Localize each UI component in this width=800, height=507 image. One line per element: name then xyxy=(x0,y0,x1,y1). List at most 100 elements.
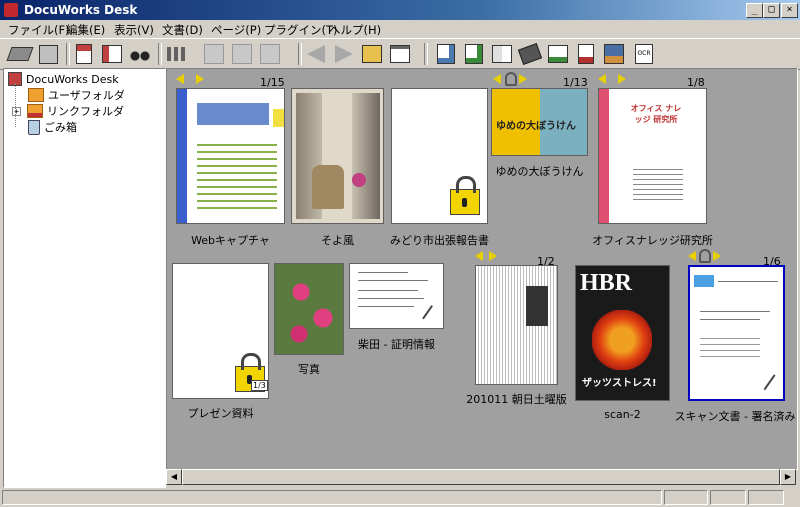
title-bar: DocuWorks Desk _ □ × xyxy=(0,0,800,20)
stamp-graphic xyxy=(694,275,714,287)
annotate-icon[interactable] xyxy=(574,42,598,66)
document-soyokaze[interactable] xyxy=(291,88,384,224)
back-icon xyxy=(304,42,328,66)
text-line xyxy=(700,319,760,320)
stapler-icon[interactable] xyxy=(517,42,543,66)
document-label: 写真 xyxy=(298,363,320,376)
text-line xyxy=(718,281,778,282)
tree-item-user-folder[interactable]: ユーザフォルダ xyxy=(28,87,125,103)
binoculars-icon[interactable] xyxy=(128,42,152,66)
tree-item-trash[interactable]: ごみ箱 xyxy=(28,119,77,135)
document-web-capture[interactable] xyxy=(176,88,285,224)
next-page-arrow[interactable] xyxy=(618,74,626,84)
photo-icon[interactable] xyxy=(602,42,626,66)
toolbar-separator xyxy=(424,43,428,65)
page-badge: 1/3 xyxy=(251,380,268,391)
prev-page-arrow[interactable] xyxy=(688,251,696,261)
binder-spine xyxy=(599,89,609,223)
viewer-icon[interactable] xyxy=(434,42,458,66)
document-label: 柴田 - 証明情報 xyxy=(358,338,435,351)
print-icon[interactable] xyxy=(462,42,486,66)
toolbar-separator xyxy=(158,43,162,65)
next-page-arrow[interactable] xyxy=(489,251,497,261)
toolbar-separator xyxy=(66,43,70,65)
document-office-knowledge[interactable]: オフィス ナレッジ 研究所 xyxy=(598,88,707,224)
prev-page-arrow[interactable] xyxy=(493,74,501,84)
window-title: DocuWorks Desk xyxy=(24,3,138,17)
ocr-icon[interactable]: OCR xyxy=(632,42,656,66)
scroll-thumb[interactable] xyxy=(182,469,780,485)
document-photo[interactable] xyxy=(274,263,344,355)
tree-item-link-folder[interactable]: + リンクフォルダ xyxy=(12,103,124,119)
menu-help[interactable]: ヘルプ(H) xyxy=(329,22,381,38)
headline-graphic xyxy=(526,286,548,326)
document-scan-2[interactable]: HBR ザッツストレス! xyxy=(575,265,670,401)
cover-subtitle: ザッツストレス! xyxy=(582,378,657,389)
open-tray-icon[interactable] xyxy=(6,42,34,66)
document-midori-report[interactable] xyxy=(391,88,488,224)
desk-workspace[interactable]: 1/15 Webキャプチャ そよ風 みどり市出張報告書 1/13 ゆめの大ぼうけ… xyxy=(166,68,798,470)
menu-document[interactable]: 文書(D) xyxy=(162,22,203,38)
tree-item-label: ユーザフォルダ xyxy=(48,89,125,102)
grid-view-icon[interactable] xyxy=(164,42,188,66)
document-label: みどり市出張報告書 xyxy=(390,234,489,247)
upload-icon[interactable] xyxy=(72,42,96,66)
document-shibata-cert[interactable] xyxy=(349,263,444,329)
status-bar xyxy=(0,488,800,507)
status-panel xyxy=(664,490,708,505)
prev-page-arrow[interactable] xyxy=(176,74,184,84)
photo-flowers xyxy=(352,173,366,187)
tree-root-label: DocuWorks Desk xyxy=(26,72,119,86)
menu-page[interactable]: ページ(P) xyxy=(211,22,261,38)
maximize-button[interactable]: □ xyxy=(763,3,780,18)
box-icon[interactable] xyxy=(36,42,60,66)
document-label: ゆめの大ぼうけん xyxy=(495,165,584,178)
photo-curtain xyxy=(352,93,380,219)
next-page-arrow[interactable] xyxy=(196,74,204,84)
layout-icon[interactable] xyxy=(100,42,124,66)
folder-icon xyxy=(28,88,44,102)
menu-view[interactable]: 表示(V) xyxy=(114,22,154,38)
resize-grip-icon[interactable] xyxy=(786,490,798,505)
prev-page-arrow[interactable] xyxy=(475,251,483,261)
send-icon[interactable] xyxy=(546,42,570,66)
horizontal-scrollbar[interactable]: ◀ ▶ xyxy=(166,469,796,485)
clip-icon xyxy=(505,72,517,86)
page-header-graphic xyxy=(197,103,269,125)
document-asahi[interactable] xyxy=(475,265,558,385)
clip-icon xyxy=(699,249,711,263)
text-line xyxy=(358,290,418,291)
status-panel xyxy=(710,490,746,505)
menu-plugin[interactable]: プラグイン(T) xyxy=(264,22,338,38)
document-yume[interactable]: ゆめの大ぼうけん xyxy=(491,88,588,156)
cover-title: ゆめの大ぼうけん xyxy=(496,121,576,132)
menu-edit[interactable]: 編集(E) xyxy=(66,22,105,38)
page-content-graphic xyxy=(197,139,277,209)
menu-bar: ファイル(F) 編集(E) 表示(V) 文書(D) ページ(P) プラグイン(T… xyxy=(0,20,800,38)
page-content-graphic xyxy=(700,333,760,357)
document-label: scan-2 xyxy=(604,408,641,421)
folder-up-icon[interactable] xyxy=(360,42,384,66)
properties-icon[interactable] xyxy=(388,42,412,66)
close-button[interactable]: × xyxy=(781,3,798,18)
scroll-left-button[interactable]: ◀ xyxy=(166,469,182,485)
document-scan-signed[interactable] xyxy=(688,265,785,401)
cover-title: オフィス ナレッジ 研究所 xyxy=(630,104,682,124)
document-presentation[interactable]: 1/3 xyxy=(172,263,269,399)
next-page-arrow[interactable] xyxy=(713,251,721,261)
status-panel xyxy=(748,490,784,505)
prev-page-arrow[interactable] xyxy=(598,74,606,84)
text-line xyxy=(358,272,408,273)
text-line xyxy=(358,280,428,281)
status-panel xyxy=(2,490,662,505)
scroll-right-button[interactable]: ▶ xyxy=(780,469,796,485)
tree-root[interactable]: DocuWorks Desk xyxy=(8,71,119,87)
menu-file[interactable]: ファイル(F) xyxy=(8,22,70,38)
document-label: そよ風 xyxy=(321,234,354,247)
tree-item-label: ごみ箱 xyxy=(44,121,77,134)
next-page-arrow[interactable] xyxy=(519,74,527,84)
binder-spine xyxy=(177,89,187,223)
minimize-button[interactable]: _ xyxy=(746,3,763,18)
text-line xyxy=(358,298,424,299)
split-icon[interactable] xyxy=(490,42,514,66)
